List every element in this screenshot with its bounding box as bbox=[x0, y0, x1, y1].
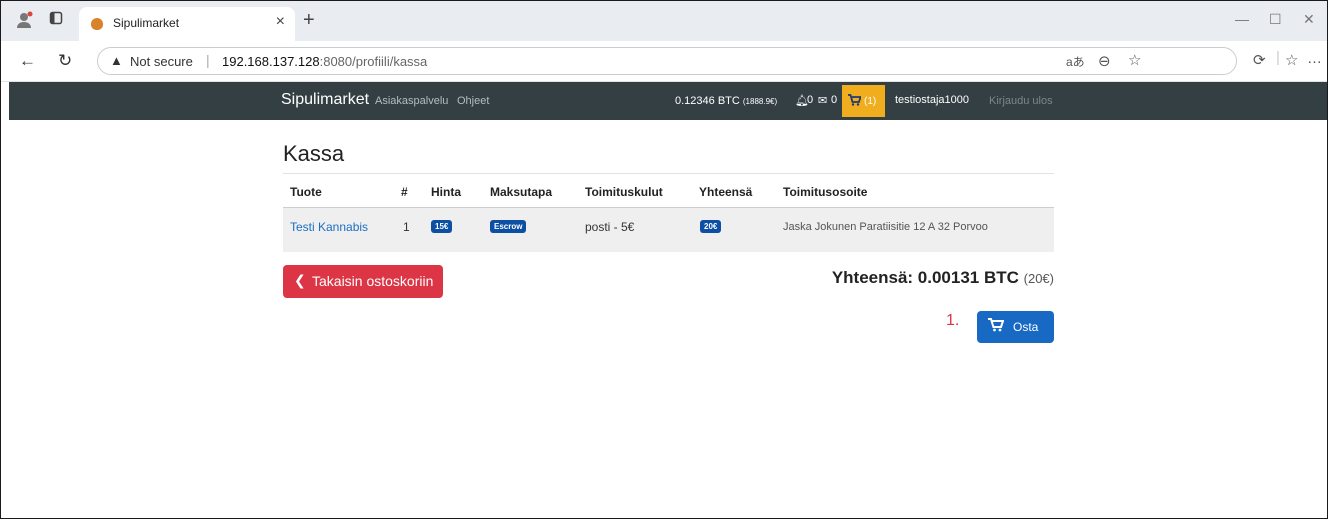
price-badge: 15€ bbox=[431, 220, 453, 233]
tab-title: Sipulimarket bbox=[113, 16, 180, 30]
cart-icon bbox=[848, 94, 862, 109]
warning-icon: ▲ bbox=[110, 53, 123, 68]
new-tab-button[interactable]: + bbox=[303, 9, 315, 32]
cart-count: (1) bbox=[864, 96, 877, 107]
payment-badge: Escrow bbox=[490, 220, 527, 233]
address-cell: Jaska Jokunen Paratiisitie 12 A 32 Porvo… bbox=[783, 221, 988, 233]
page-title: Kassa bbox=[283, 141, 345, 166]
address-separator: | bbox=[206, 52, 210, 68]
toolbar-divider: | bbox=[1276, 49, 1280, 66]
chevron-left-icon: ❮ bbox=[294, 272, 306, 288]
translate-icon[interactable]: aあ bbox=[1066, 53, 1085, 70]
column-header-total: Yhteensä bbox=[699, 185, 753, 199]
favorite-star-icon[interactable]: ☆ bbox=[1128, 51, 1141, 69]
back-arrow-icon[interactable]: ← bbox=[19, 51, 36, 71]
column-header-shipping: Toimituskulut bbox=[585, 185, 663, 199]
column-header-product: Tuote bbox=[290, 185, 322, 199]
browser-tab-strip: Sipulimarket × + — ☐ ✕ bbox=[1, 1, 1327, 41]
url-path: :8080/profiili/kassa bbox=[319, 54, 428, 69]
message-count[interactable]: 0 bbox=[831, 94, 837, 106]
minimize-icon[interactable]: — bbox=[1235, 11, 1249, 27]
cart-icon bbox=[988, 318, 1005, 335]
close-window-icon[interactable]: ✕ bbox=[1303, 11, 1315, 28]
maximize-icon[interactable]: ☐ bbox=[1269, 11, 1282, 28]
envelope-icon[interactable]: ✉︎ bbox=[818, 94, 827, 107]
back-to-cart-label: Takaisin ostoskoriin bbox=[312, 273, 434, 289]
zoom-icon[interactable]: ⊖ bbox=[1098, 52, 1111, 70]
total-badge: 20€ bbox=[700, 220, 722, 233]
security-label[interactable]: Not secure bbox=[130, 54, 193, 69]
quantity-cell: 1 bbox=[403, 220, 410, 234]
browser-toolbar: ← ↻ ▲ Not secure | 192.168.137.128:8080/… bbox=[1, 41, 1327, 82]
url-text[interactable]: 192.168.137.128:8080/profiili/kassa bbox=[222, 54, 427, 69]
step-marker: 1. bbox=[946, 312, 960, 329]
logout-link[interactable]: Kirjaudu ulos bbox=[989, 95, 1053, 107]
wallet-balance[interactable]: 0.12346 BTC (1888.9€) bbox=[675, 95, 777, 107]
wallet-btc: 0.12346 BTC bbox=[675, 95, 740, 107]
notification-count[interactable]: 0 bbox=[807, 94, 813, 106]
favorites-icon[interactable]: ☆ bbox=[1285, 51, 1298, 69]
profile-icon[interactable] bbox=[15, 11, 33, 34]
shipping-cell: posti - 5€ bbox=[585, 220, 635, 234]
tab-actions-icon[interactable] bbox=[49, 11, 63, 30]
back-to-cart-button[interactable]: ❮ Takaisin ostoskoriin bbox=[283, 265, 443, 298]
close-tab-icon[interactable]: × bbox=[276, 13, 285, 31]
product-link[interactable]: Testi Kannabis bbox=[290, 220, 368, 234]
onion-favicon-icon bbox=[91, 18, 103, 30]
column-header-quantity: # bbox=[401, 185, 408, 199]
nav-link-asiakaspalvelu[interactable]: Asiakaspalvelu bbox=[375, 95, 448, 107]
more-menu-icon[interactable]: … bbox=[1307, 50, 1322, 67]
total-btc: Yhteensä: 0.00131 BTC bbox=[831, 268, 1019, 287]
extensions-icon[interactable]: ⟳ bbox=[1253, 51, 1266, 69]
url-host: 192.168.137.128 bbox=[222, 54, 320, 69]
table-top-border bbox=[283, 173, 1054, 174]
column-header-price: Hinta bbox=[431, 185, 461, 199]
buy-button[interactable]: Osta bbox=[977, 311, 1054, 343]
column-header-payment: Maksutapa bbox=[490, 185, 553, 199]
total-eur: (20€) bbox=[1023, 271, 1054, 286]
brand-link[interactable]: Sipulimarket bbox=[281, 91, 369, 109]
site-navbar: Sipulimarket Asiakaspalvelu Ohjeet 0.123… bbox=[9, 82, 1327, 120]
nav-link-ohjeet[interactable]: Ohjeet bbox=[457, 95, 489, 107]
column-header-address: Toimitusosoite bbox=[783, 185, 868, 199]
username-link[interactable]: testiostaja1000 bbox=[895, 94, 969, 106]
browser-tab[interactable]: Sipulimarket × bbox=[79, 7, 295, 41]
buy-button-label: Osta bbox=[1013, 320, 1039, 334]
reload-icon[interactable]: ↻ bbox=[58, 51, 72, 71]
table-row: Testi Kannabis 1 15€ Escrow posti - 5€ 2… bbox=[283, 208, 1054, 252]
address-bar[interactable]: ▲ Not secure | 192.168.137.128:8080/prof… bbox=[97, 47, 1237, 75]
cart-button[interactable]: (1) bbox=[842, 85, 885, 117]
wallet-eur: (1888.9€) bbox=[742, 97, 778, 106]
order-total: Yhteensä: 0.00131 BTC (20€) bbox=[800, 268, 1054, 288]
